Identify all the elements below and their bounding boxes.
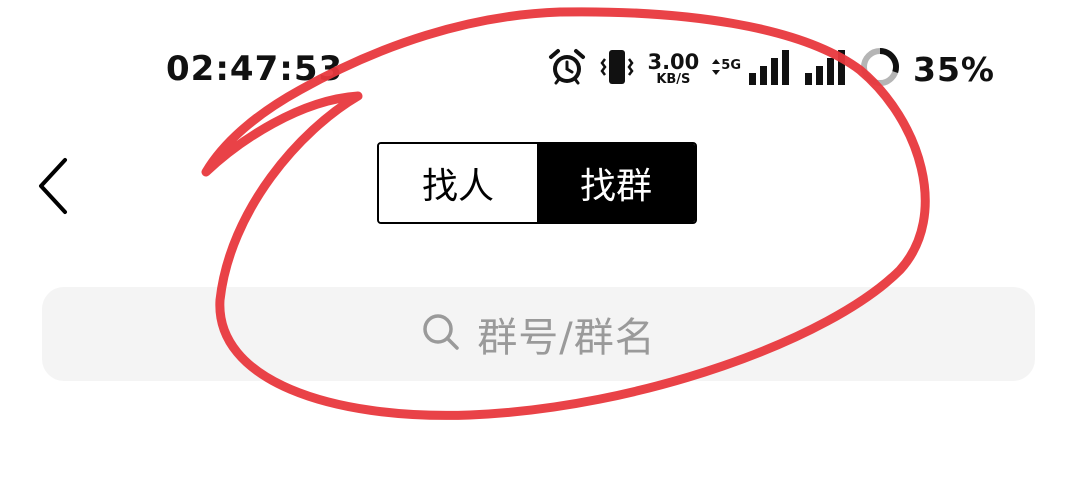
alarm-icon	[547, 47, 587, 91]
search-icon	[421, 312, 461, 356]
screen: 02:47:53 3.00 KB/S 5G 35% 找人 找群 群号/群名	[0, 0, 1079, 492]
network-type: 5G	[711, 58, 741, 80]
search-input[interactable]: 群号/群名	[42, 287, 1035, 381]
data-arrows-icon	[711, 58, 721, 80]
battery-ring-icon	[859, 46, 901, 92]
status-time: 02:47:53	[166, 49, 344, 89]
back-button[interactable]	[28, 152, 78, 220]
tab-find-groups[interactable]: 找群	[537, 144, 695, 222]
signal-icon	[747, 49, 791, 89]
tab-find-people[interactable]: 找人	[379, 144, 537, 222]
search-type-tabs: 找人 找群	[377, 142, 697, 224]
speed-unit: KB/S	[656, 72, 691, 87]
vibrate-icon	[599, 47, 635, 91]
search-placeholder: 群号/群名	[477, 315, 656, 361]
network-type-label: 5G	[721, 58, 741, 73]
network-speed: 3.00 KB/S	[647, 50, 700, 87]
chevron-left-icon	[39, 158, 67, 214]
speed-value: 3.00	[647, 50, 700, 74]
battery-percent: 35%	[913, 49, 995, 89]
status-icons: 3.00 KB/S 5G 35%	[547, 46, 995, 92]
signal-icon-2	[803, 49, 847, 89]
